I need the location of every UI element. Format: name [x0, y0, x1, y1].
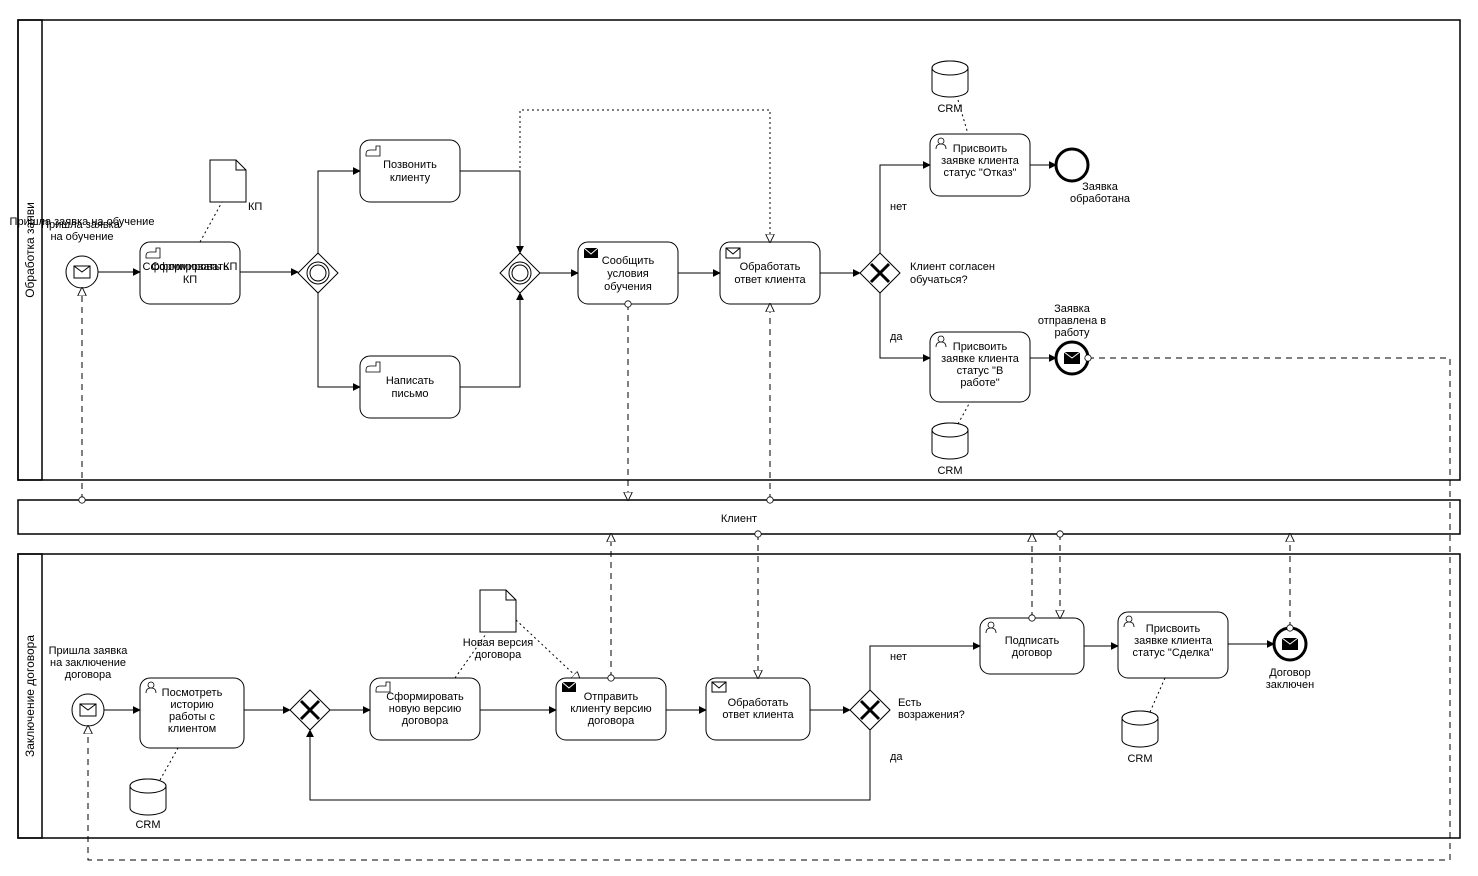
task-write-letter-label: Написатьписьмо — [386, 375, 435, 400]
task-call-client-label: Позвонитьклиенту — [383, 159, 437, 184]
data-store-crm-mid — [932, 423, 968, 459]
data-store-crm-hist — [130, 779, 166, 815]
gateway-event-split — [298, 253, 338, 293]
task-history-label: Посмотретьисториюработы склиентом — [162, 687, 223, 735]
assoc-crm-hist — [160, 748, 178, 780]
crm-mid-label: CRM — [937, 465, 962, 477]
flow — [460, 171, 520, 253]
flow-yes — [880, 293, 930, 358]
pool-bottom-title: Заключение договора — [23, 635, 37, 757]
crm-deal-label: CRM — [1127, 753, 1152, 765]
pool-client-title: Клиент — [721, 513, 757, 525]
gateway-exclusive-top — [860, 253, 900, 293]
data-object-kp-label: КП — [248, 201, 262, 213]
data-object-kp — [210, 160, 246, 202]
flow — [318, 171, 360, 253]
gateway-top-q2: обучаться? — [910, 274, 968, 286]
assoc-crm-top — [958, 100, 968, 134]
task-form-kp — [140, 242, 240, 304]
bpmn-diagram: Обработка заяви Пришла заявка на обучени… — [0, 0, 1478, 876]
task-process-reply-bottom-label: Обработатьответ клиента — [722, 697, 794, 721]
crm-top-label: CRM — [937, 103, 962, 115]
end-event-contract — [1274, 628, 1306, 660]
gateway-objections — [850, 690, 890, 730]
flow-no-bottom — [870, 646, 980, 690]
doc-newver-label: Новая версиядоговора — [463, 637, 534, 661]
flow — [460, 293, 520, 387]
task-inform-label: Сообщитьусловияобучения — [602, 255, 655, 293]
end-event-sent — [1056, 342, 1088, 374]
start-event-bottom — [72, 694, 104, 726]
task-process-reply-top-label: Обработатьответ клиента — [734, 261, 806, 286]
task-write-letter — [360, 356, 460, 418]
start-bottom-label: Пришла заявкана заключениедоговора — [49, 645, 129, 681]
edge-no-bottom: нет — [890, 651, 907, 663]
gateway-obj-q2: возражения? — [898, 709, 965, 721]
gateway-obj-q1: Есть — [898, 697, 922, 709]
data-store-crm-deal — [1122, 711, 1158, 747]
crm-hist-label: CRM — [135, 819, 160, 831]
flow — [318, 293, 360, 387]
end-processed-label: Заявкаобработана — [1070, 181, 1131, 205]
edge-yes-top: да — [890, 331, 903, 343]
edge-no-top: нет — [890, 201, 907, 213]
assoc-crm-mid — [958, 402, 970, 424]
data-object-newver — [480, 590, 516, 632]
gateway-event-merge — [500, 253, 540, 293]
assoc-loop — [520, 110, 770, 253]
gateway-merge-bottom — [290, 690, 330, 730]
msg-top-to-bottom — [88, 358, 1450, 860]
task-sign-label: Подписатьдоговор — [1005, 635, 1060, 659]
assoc-newver-in — [516, 620, 580, 680]
data-store-crm-top — [932, 61, 968, 97]
task-call-client — [360, 140, 460, 202]
start-event-top — [66, 256, 98, 288]
edge-yes-bottom: да — [890, 751, 903, 763]
end-event-processed — [1056, 149, 1088, 181]
end-sent-label: Заявкаотправлена вработу — [1038, 303, 1106, 339]
gateway-top-q1: Клиент согласен — [910, 261, 995, 273]
assoc-kp — [200, 202, 222, 242]
end-contract-label: Договорзаключен — [1266, 667, 1314, 691]
assoc-crm-deal — [1150, 678, 1165, 712]
start-event-top-label: Пришла заявка на обучение — [41, 219, 123, 243]
